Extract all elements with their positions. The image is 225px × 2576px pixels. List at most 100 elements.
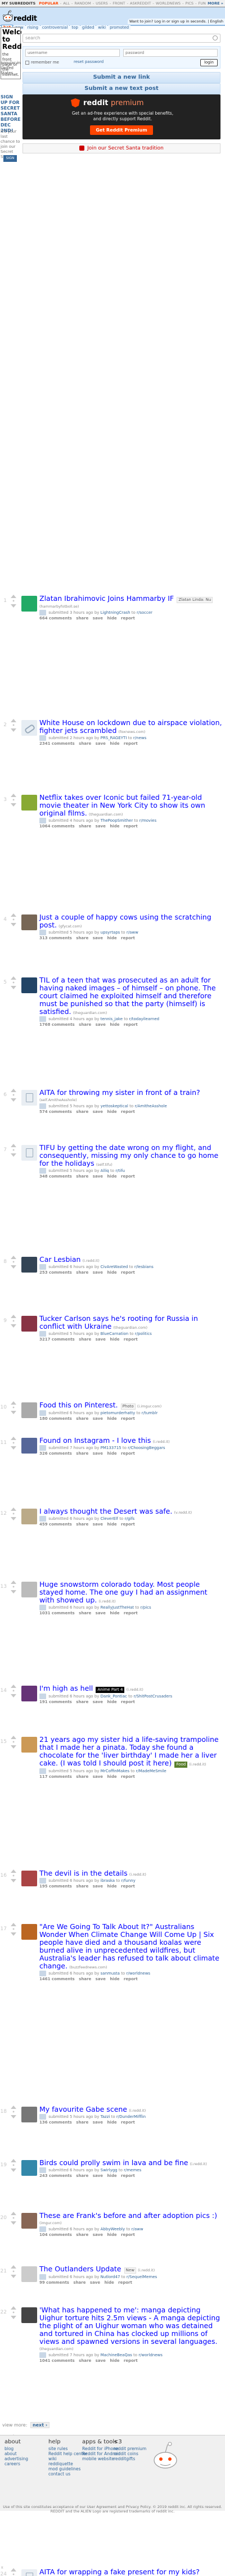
expando-icon[interactable] xyxy=(39,1016,46,1022)
report-button[interactable]: report xyxy=(121,1774,135,1779)
tab-controversial[interactable]: controversial xyxy=(40,25,70,30)
comments-link[interactable]: 1461 comments xyxy=(39,1977,75,1981)
post-title[interactable]: Found on Instagram - I love this xyxy=(39,1436,151,1445)
reset-password-link[interactable]: reset password xyxy=(74,60,104,64)
post-domain[interactable]: (self.AmItheAsshole) xyxy=(39,1098,77,1102)
downvote-arrow-icon[interactable] xyxy=(11,1153,16,1157)
post-domain[interactable]: (i.redd.it) xyxy=(129,1872,146,1877)
post-domain[interactable]: (self.tifu) xyxy=(96,1162,112,1167)
comments-link[interactable]: 459 comments xyxy=(39,1522,72,1527)
post-thumbnail[interactable] xyxy=(21,977,37,993)
downvote-arrow-icon[interactable] xyxy=(11,2115,16,2118)
post-domain[interactable]: (i.redd.it) xyxy=(127,1687,143,1692)
save-button[interactable]: save xyxy=(93,1451,103,1456)
post-thumbnail[interactable] xyxy=(21,596,37,612)
save-button[interactable]: save xyxy=(93,1270,103,1275)
comments-link[interactable]: 136 comments xyxy=(39,2120,72,2125)
comments-link[interactable]: 313 comments xyxy=(39,936,72,940)
save-button[interactable]: save xyxy=(96,1337,106,1342)
save-button[interactable]: save xyxy=(93,1416,103,1421)
post-thumbnail[interactable] xyxy=(21,2266,37,2282)
secret-santa-banner[interactable]: Join our Secret Santa tradition xyxy=(22,143,220,153)
hide-button[interactable]: hide xyxy=(105,2280,114,2285)
post-subreddit[interactable]: r/aww xyxy=(127,930,138,935)
hide-button[interactable]: hide xyxy=(110,1022,119,1027)
tab-rising[interactable]: rising xyxy=(25,25,40,30)
comments-link[interactable]: 326 comments xyxy=(39,1451,72,1456)
downvote-arrow-icon[interactable] xyxy=(11,1590,16,1593)
post-subreddit[interactable]: r/DunderMifflin xyxy=(116,2115,146,2119)
report-button[interactable]: report xyxy=(124,741,138,746)
expando-icon[interactable] xyxy=(39,1971,46,1976)
expando-icon[interactable] xyxy=(39,735,46,741)
share-button[interactable]: share xyxy=(76,1774,88,1779)
save-button[interactable]: save xyxy=(93,2120,103,2125)
post-thumbnail[interactable] xyxy=(21,2307,37,2323)
self-post-icon[interactable] xyxy=(21,2569,37,2576)
hide-button[interactable]: hide xyxy=(110,1611,119,1615)
expando-icon[interactable] xyxy=(39,1103,46,1109)
post-subreddit[interactable]: r/soccer xyxy=(137,610,152,615)
tab-wiki[interactable]: wiki xyxy=(96,25,108,30)
report-button[interactable]: report xyxy=(124,1022,138,1027)
post-domain[interactable]: (theguardian.com) xyxy=(114,1325,148,1330)
hide-button[interactable]: hide xyxy=(107,1416,116,1421)
downvote-arrow-icon[interactable] xyxy=(11,923,16,926)
expando-icon[interactable] xyxy=(39,1445,46,1451)
post-thumbnail[interactable] xyxy=(21,1438,37,1454)
share-button[interactable]: share xyxy=(76,1522,88,1527)
footer-link[interactable]: about xyxy=(4,2451,50,2456)
downvote-arrow-icon[interactable] xyxy=(11,1517,16,1520)
downvote-arrow-icon[interactable] xyxy=(11,728,16,732)
save-button[interactable]: save xyxy=(96,741,106,746)
post-title[interactable]: AITA for wrapping a fake present for my … xyxy=(39,2568,200,2576)
post-title[interactable]: Food this on Pinterest. xyxy=(39,1401,118,1409)
post-author[interactable]: MrCoffinMakes xyxy=(101,1769,129,1773)
share-button[interactable]: share xyxy=(76,1416,88,1421)
post-thumbnail[interactable] xyxy=(21,1582,37,1597)
reddit-wordmark[interactable]: reddit xyxy=(14,15,37,23)
expando-icon[interactable] xyxy=(39,1410,46,1416)
report-button[interactable]: report xyxy=(124,1611,138,1615)
share-button[interactable]: share xyxy=(76,2233,88,2237)
hide-button[interactable]: hide xyxy=(107,616,116,621)
subreddit-link-users[interactable]: USERS xyxy=(95,1,109,6)
share-button[interactable]: share xyxy=(76,2120,88,2125)
post-subreddit[interactable]: r/worldnews xyxy=(138,2353,163,2357)
downvote-arrow-icon[interactable] xyxy=(11,604,16,608)
hide-button[interactable]: hide xyxy=(107,1174,116,1179)
post-thumbnail[interactable] xyxy=(21,1686,37,1701)
post-author[interactable]: Nutlord47 xyxy=(101,2275,120,2279)
downvote-arrow-icon[interactable] xyxy=(11,2221,16,2225)
get-premium-button[interactable]: Get Reddit Premium xyxy=(90,125,153,135)
tab-promoted[interactable]: promoted xyxy=(108,25,131,30)
post-author[interactable]: Dank_Pontiac xyxy=(101,1694,127,1699)
comments-link[interactable]: 574 comments xyxy=(39,1110,72,1114)
user-area[interactable]: Want to join? Log in or sign up in secon… xyxy=(127,19,225,24)
post-domain[interactable]: (i.redd.it) xyxy=(189,1762,206,1767)
hide-button[interactable]: hide xyxy=(110,741,119,746)
report-button[interactable]: report xyxy=(121,1174,135,1179)
hide-button[interactable]: hide xyxy=(107,2233,116,2237)
post-domain[interactable]: (i.redd.it) xyxy=(83,1258,100,1263)
hide-button[interactable]: hide xyxy=(107,1700,116,1704)
comments-link[interactable]: 1041 comments xyxy=(39,2358,75,2363)
report-button[interactable]: report xyxy=(121,936,135,940)
comments-link[interactable]: 117 comments xyxy=(39,1774,72,1779)
pi-link[interactable]: π xyxy=(1,2566,3,2570)
save-button[interactable]: save xyxy=(93,1110,103,1114)
expando-icon[interactable] xyxy=(39,1168,46,1174)
downvote-arrow-icon[interactable] xyxy=(11,1879,16,1882)
report-button[interactable]: report xyxy=(121,1270,135,1275)
comments-link[interactable]: 104 comments xyxy=(39,2233,72,2237)
save-button[interactable]: save xyxy=(93,1700,103,1704)
downvote-arrow-icon[interactable] xyxy=(11,2316,16,2319)
post-subreddit[interactable]: r/lesbians xyxy=(134,1265,154,1269)
footer-link[interactable]: careers xyxy=(4,2461,50,2466)
report-button[interactable]: report xyxy=(124,2358,138,2363)
post-author[interactable]: Alliq xyxy=(101,1169,109,1173)
post-subreddit[interactable]: r/news xyxy=(133,736,146,740)
post-title[interactable]: I always thought the Desert was safe. xyxy=(39,1507,172,1515)
post-author[interactable]: yettoskeptical xyxy=(101,1104,128,1108)
expando-icon[interactable] xyxy=(39,1694,46,1699)
